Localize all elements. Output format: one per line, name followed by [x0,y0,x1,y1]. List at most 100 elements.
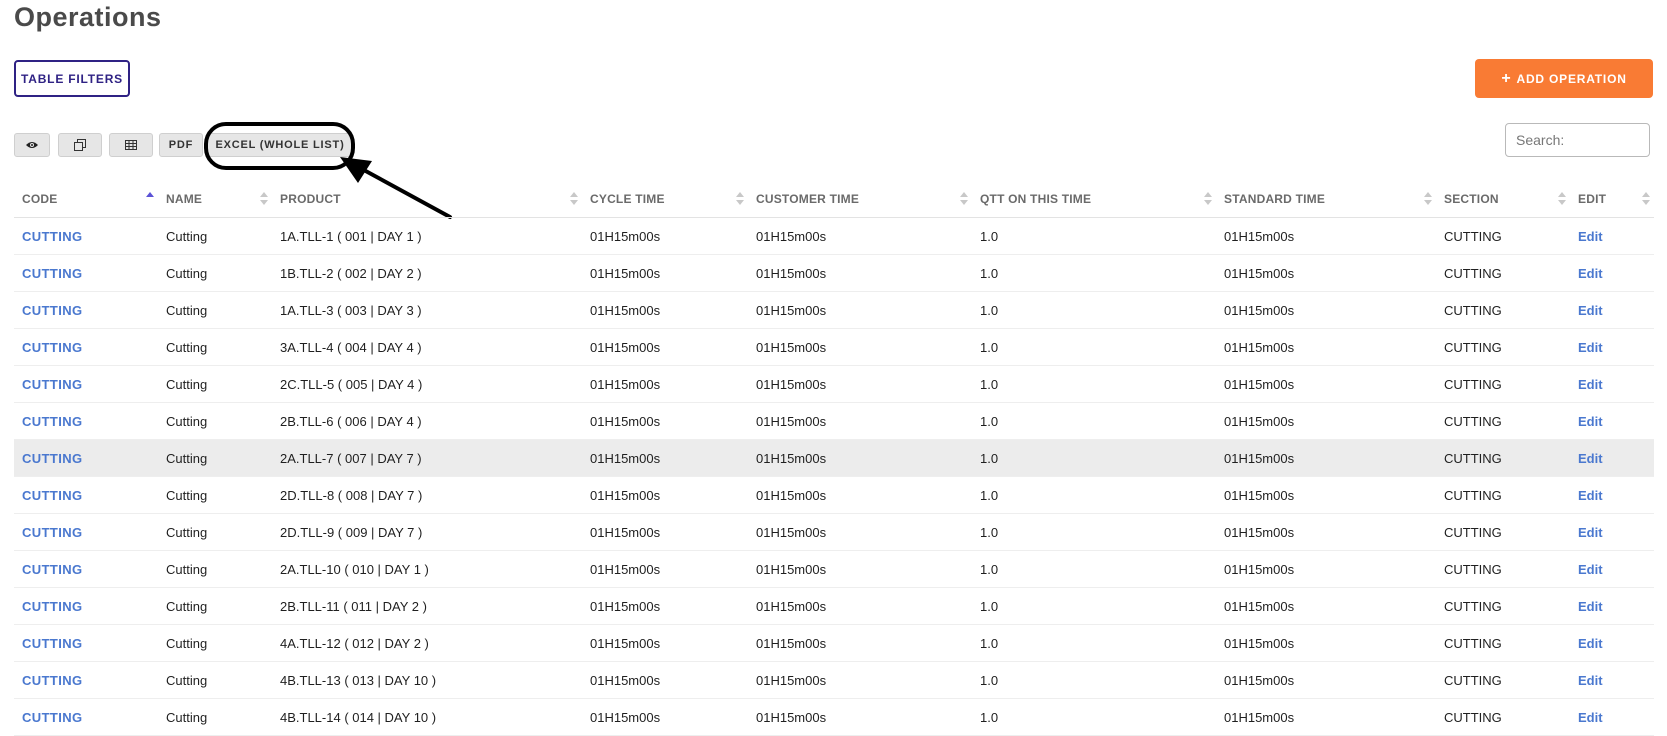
pdf-button[interactable]: PDF [159,133,203,157]
table-row: CUTTING Cutting 2B.TLL-6 ( 006 | DAY 4 ) 01… [14,402,1654,440]
row-product: 2D.TLL-9 ( 009 | DAY 7 ) [280,524,423,540]
table-cell: Edit [1570,624,1654,662]
csv-button[interactable] [109,133,153,157]
row-code-link[interactable]: CUTTING [22,636,83,651]
row-edit-link[interactable]: Edit [1578,488,1603,503]
table-cell: 1A.TLL-3 ( 003 | DAY 3 ) [272,291,582,329]
sort-icon [1642,192,1650,206]
row-customer-time: 01H15m00s [756,265,827,281]
row-code-link[interactable]: CUTTING [22,488,83,503]
row-edit-link[interactable]: Edit [1578,673,1603,688]
row-code-link[interactable]: CUTTING [22,414,83,429]
table-cell: Edit [1570,217,1654,255]
row-code-link[interactable]: CUTTING [22,303,83,318]
table-cell: CUTTING [1436,624,1570,662]
column-header-name[interactable]: NAME [158,181,272,218]
table-cell: 01H15m00s [748,217,972,255]
table-cell: 01H15m00s [748,513,972,551]
add-operation-button[interactable]: + ADD OPERATION [1475,59,1653,98]
table-cell: 1.0 [972,365,1216,403]
column-header-code[interactable]: CODE [14,181,158,218]
table-filters-button[interactable]: TABLE FILTERS [14,60,130,97]
search-input[interactable] [1506,124,1649,156]
excel-whole-list-button[interactable]: EXCEL (WHOLE LIST) [207,133,353,157]
table-cell: Edit [1570,476,1654,514]
table-cell: 1.0 [972,624,1216,662]
row-customer-time: 01H15m00s [756,413,827,429]
row-edit-link[interactable]: Edit [1578,340,1603,355]
row-code-link[interactable]: CUTTING [22,710,83,725]
row-qtt: 1.0 [980,302,999,318]
row-cycle-time: 01H15m00s [590,450,661,466]
table-cell: CUTTING [14,587,158,625]
row-edit-link[interactable]: Edit [1578,710,1603,725]
table-cell: 01H15m00s [1216,698,1436,736]
table-row: CUTTING Cutting 3A.TLL-4 ( 004 | DAY 4 ) 01… [14,328,1654,366]
sort-icon [1204,192,1212,206]
row-section: CUTTING [1444,524,1502,540]
row-code-link[interactable]: CUTTING [22,340,83,355]
table-cell: Edit [1570,254,1654,292]
column-header-section[interactable]: SECTION [1436,181,1570,218]
table-cell: 2B.TLL-6 ( 006 | DAY 4 ) [272,402,582,440]
sort-icon [260,192,268,206]
row-edit-link[interactable]: Edit [1578,525,1603,540]
row-qtt: 1.0 [980,450,999,466]
row-edit-link[interactable]: Edit [1578,451,1603,466]
row-code-link[interactable]: CUTTING [22,229,83,244]
row-section: CUTTING [1444,561,1502,577]
table-cell: 01H15m00s [582,439,748,477]
table-row: CUTTING Cutting 4B.TLL-13 ( 013 | DAY 10 )… [14,661,1654,699]
row-code-link[interactable]: CUTTING [22,525,83,540]
table-icon [125,140,137,150]
sort-ascending-icon [146,192,154,206]
row-customer-time: 01H15m00s [756,302,827,318]
row-customer-time: 01H15m00s [756,524,827,540]
column-header-edit[interactable]: EDIT [1570,181,1654,218]
table-cell: 2C.TLL-5 ( 005 | DAY 4 ) [272,365,582,403]
row-edit-link[interactable]: Edit [1578,266,1603,281]
row-code-link[interactable]: CUTTING [22,451,83,466]
row-qtt: 1.0 [980,709,999,725]
table-cell: CUTTING [1436,365,1570,403]
table-cell: 1.0 [972,291,1216,329]
row-code-link[interactable]: CUTTING [22,562,83,577]
search-box[interactable] [1505,123,1650,157]
row-standard-time: 01H15m00s [1224,672,1295,688]
column-header-customer-time[interactable]: CUSTOMER TIME [748,181,972,218]
copy-button[interactable] [58,133,102,157]
column-header-qtt-on-this-time[interactable]: QTT ON THIS TIME [972,181,1216,218]
row-edit-link[interactable]: Edit [1578,599,1603,614]
table-cell: 01H15m00s [748,624,972,662]
table-cell: 01H15m00s [1216,439,1436,477]
table-row: CUTTING Cutting 2B.TLL-11 ( 011 | DAY 2 ) 0… [14,587,1654,625]
row-customer-time: 01H15m00s [756,672,827,688]
column-header-cycle-time[interactable]: CYCLE TIME [582,181,748,218]
row-edit-link[interactable]: Edit [1578,229,1603,244]
table-cell: CUTTING [1436,587,1570,625]
table-row: CUTTING Cutting 1A.TLL-3 ( 003 | DAY 3 ) 01… [14,291,1654,329]
table-row: CUTTING Cutting 2A.TLL-7 ( 007 | DAY 7 ) 01… [14,439,1654,477]
row-standard-time: 01H15m00s [1224,450,1295,466]
row-edit-link[interactable]: Edit [1578,636,1603,651]
column-header-standard-time[interactable]: STANDARD TIME [1216,181,1436,218]
column-header-product[interactable]: PRODUCT [272,181,582,218]
row-product: 2C.TLL-5 ( 005 | DAY 4 ) [280,376,423,392]
table-cell: CUTTING [1436,291,1570,329]
row-code-link[interactable]: CUTTING [22,599,83,614]
table-cell: 01H15m00s [1216,476,1436,514]
table-cell: CUTTING [14,328,158,366]
row-cycle-time: 01H15m00s [590,524,661,540]
column-header-label: CODE [22,192,58,206]
row-edit-link[interactable]: Edit [1578,562,1603,577]
column-visibility-button[interactable] [14,133,50,157]
row-code-link[interactable]: CUTTING [22,377,83,392]
row-edit-link[interactable]: Edit [1578,303,1603,318]
row-edit-link[interactable]: Edit [1578,377,1603,392]
row-code-link[interactable]: CUTTING [22,673,83,688]
row-code-link[interactable]: CUTTING [22,266,83,281]
table-cell: Cutting [158,587,272,625]
row-customer-time: 01H15m00s [756,709,827,725]
row-product: 1A.TLL-3 ( 003 | DAY 3 ) [280,302,422,318]
row-edit-link[interactable]: Edit [1578,414,1603,429]
